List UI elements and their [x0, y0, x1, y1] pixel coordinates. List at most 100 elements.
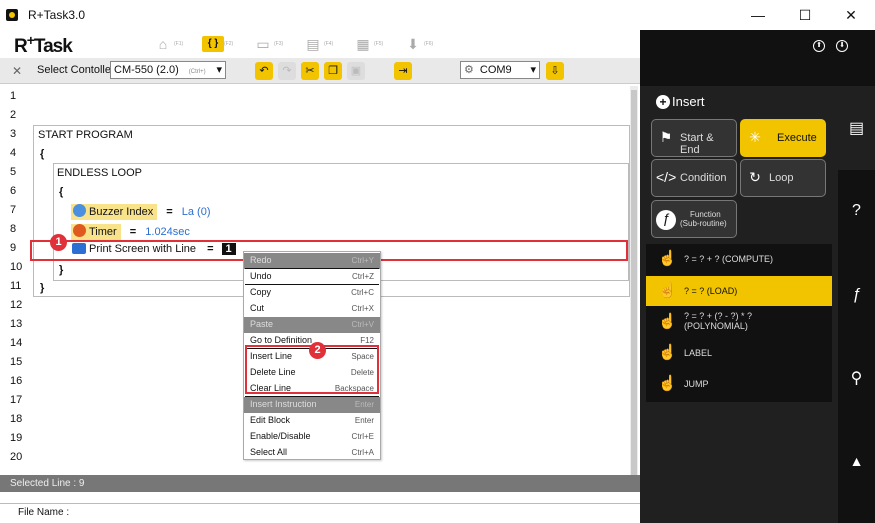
- chevron-down-icon: ▾: [530, 64, 536, 76]
- menu-item-redo[interactable]: Redo Ctrl+Y: [244, 253, 380, 269]
- search-icon[interactable]: ⚲: [838, 368, 875, 388]
- upload-icon[interactable]: ⬆: [813, 40, 825, 52]
- menu-item-shortcut: Ctrl+C: [351, 288, 374, 297]
- menu-item-shortcut: Ctrl+A: [351, 448, 374, 457]
- chat-icon[interactable]: ▤: [838, 118, 875, 138]
- line-number: 7: [10, 204, 17, 216]
- instruction-item[interactable]: ☝ LABEL: [646, 338, 832, 368]
- menu-item-enable-disable[interactable]: Enable/Disable Ctrl+E: [244, 429, 380, 445]
- menu-item-undo[interactable]: Undo Ctrl+Z: [244, 269, 380, 285]
- instruction-item[interactable]: ☝ JUMP: [646, 369, 832, 399]
- menu-item-label: Redo: [250, 255, 272, 265]
- hand-pointer-icon: ☝: [658, 250, 677, 267]
- function-icon[interactable]: ƒ: [838, 286, 875, 304]
- spinner-icon: ✳: [749, 129, 761, 145]
- insert-title: + Insert: [656, 94, 705, 109]
- nav-shortcut-label: (F1): [174, 41, 184, 47]
- close-brace: }: [40, 282, 45, 294]
- menu-item-paste[interactable]: Paste Ctrl+V: [244, 317, 380, 333]
- insert-button-label: Loop: [769, 172, 794, 184]
- line-number: 2: [10, 109, 17, 121]
- insert-button-label: Start & End: [680, 132, 714, 156]
- insert-button-label: Condition: [680, 172, 727, 184]
- redo-button[interactable]: ↷: [278, 62, 296, 80]
- paste-button[interactable]: ▣: [347, 62, 365, 80]
- menu-item-select-all[interactable]: Select All Ctrl+A: [244, 445, 380, 461]
- image-icon[interactable]: ▦: [352, 36, 374, 52]
- line-number: 1: [10, 90, 17, 102]
- instruction-item[interactable]: ☝ ? = ? (LOAD): [646, 276, 832, 306]
- insert-button-sublabel: (Sub-routine): [680, 219, 727, 228]
- select-controller-label: Select Contoller: [37, 64, 115, 76]
- instruction-item-label: LABEL: [684, 348, 713, 358]
- line-number: 12: [10, 299, 23, 311]
- close-button[interactable]: ✕: [828, 4, 874, 26]
- maximize-button[interactable]: ☐: [782, 4, 828, 26]
- line-number: 4: [10, 147, 17, 159]
- menu-item-edit-block[interactable]: Edit Block Enter: [244, 413, 380, 429]
- insert-button-start-end[interactable]: ⚑ Start & End: [651, 119, 737, 157]
- controller-select[interactable]: CM-550 (2.0) (Ctrl+) ▾: [110, 61, 226, 79]
- menu-item-insert-instruction[interactable]: Insert Instruction Enter: [244, 397, 380, 413]
- line-number: 10: [10, 261, 23, 273]
- program-icon[interactable]: { }: [202, 36, 224, 52]
- port-connect-button[interactable]: ⇩: [546, 62, 564, 80]
- menu-separator: [245, 284, 379, 285]
- line-number: 18: [10, 413, 23, 425]
- insert-button-condition[interactable]: </> Condition: [651, 159, 737, 197]
- cut-button[interactable]: ✂: [301, 62, 319, 80]
- copy-button[interactable]: ❐: [324, 62, 342, 80]
- menu-separator: [245, 396, 379, 397]
- menu-item-shortcut: Ctrl+Y: [351, 256, 374, 265]
- menu-item-label: Select All: [250, 447, 288, 457]
- instruction-item-sublabel: (POLYNOMIAL): [684, 321, 748, 331]
- help-icon[interactable]: ?: [838, 202, 875, 220]
- line-number: 16: [10, 375, 23, 387]
- scrollbar-thumb[interactable]: [631, 90, 637, 490]
- open-brace: {: [59, 186, 64, 198]
- menu-item-label: Go to Definition: [250, 335, 313, 345]
- menu-item-cut[interactable]: Cut Ctrl+X: [244, 301, 380, 317]
- endless-loop-text[interactable]: ENDLESS LOOP: [57, 167, 142, 179]
- panel-header: [640, 30, 875, 86]
- callout-badge-2: 2: [309, 342, 326, 359]
- insert-button-execute[interactable]: ✳ Execute: [740, 119, 826, 157]
- window-title: R+Task3.0: [28, 8, 86, 22]
- port-select[interactable]: ⚙ COM9 ▾: [460, 61, 540, 79]
- menu-item-shortcut: Ctrl+X: [351, 304, 374, 313]
- controller-icon: ✕: [12, 64, 23, 78]
- brand-logo: R+Task: [14, 32, 73, 57]
- insert-button-function[interactable]: ƒ Function (Sub-routine): [651, 200, 737, 238]
- menu-item-label: Insert Instruction: [250, 399, 317, 409]
- menu-item-label: Paste: [250, 319, 274, 329]
- line-number: 15: [10, 356, 23, 368]
- file-name-bar: File Name :: [0, 503, 640, 523]
- menu-item-shortcut: Enter: [354, 400, 374, 409]
- instruction-item[interactable]: ☝ ? = ? + (? - ?) * ? (POLYNOMIAL): [646, 307, 832, 337]
- menu-item-shortcut: F12: [360, 336, 374, 345]
- timer-instruction[interactable]: Timer = 1.024sec: [71, 224, 190, 240]
- menu-item-copy[interactable]: Copy Ctrl+C: [244, 285, 380, 301]
- start-program-text[interactable]: START PROGRAM: [38, 129, 133, 141]
- minimize-button[interactable]: —: [735, 4, 781, 26]
- monitor-icon[interactable]: ▭: [252, 36, 274, 52]
- code-icon: </>: [656, 169, 677, 185]
- menu-item-label: Undo: [250, 271, 272, 281]
- line-number: 20: [10, 451, 23, 463]
- instruction-item[interactable]: ☝ ? = ? + ? (COMPUTE): [646, 244, 832, 274]
- instruction-item-label: ? = ? + ? (COMPUTE): [684, 254, 774, 264]
- home-icon[interactable]: ⌂: [152, 36, 174, 52]
- flag-icon: ⚑: [659, 129, 673, 145]
- film-icon[interactable]: ▤: [302, 36, 324, 52]
- line-number: 19: [10, 432, 23, 444]
- download-icon[interactable]: ⬇: [836, 40, 848, 52]
- timer-icon: [73, 224, 86, 237]
- warning-icon[interactable]: ▲: [838, 453, 875, 469]
- undo-button[interactable]: ↶: [255, 62, 273, 80]
- buzzer-instruction[interactable]: Buzzer Index = La (0): [71, 204, 211, 220]
- line-number: 6: [10, 185, 17, 197]
- insert-button-loop[interactable]: ↻ Loop: [740, 159, 826, 197]
- exit-button[interactable]: ⇥: [394, 62, 412, 80]
- line-number: 9: [10, 242, 17, 254]
- download-icon[interactable]: ⬇: [402, 36, 424, 52]
